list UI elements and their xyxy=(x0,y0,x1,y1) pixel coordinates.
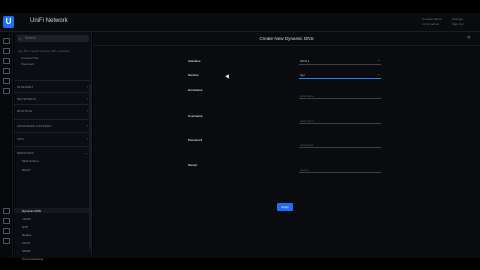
apply-button[interactable]: Apply xyxy=(277,203,293,211)
section-label: ADVANCED GATEWAY xyxy=(17,124,52,128)
service-label: Service xyxy=(188,73,199,77)
section-label: SERVICES xyxy=(17,151,34,155)
password-field[interactable]: Password xyxy=(299,142,381,148)
chevron-right-icon: › xyxy=(86,96,88,101)
search-icon: ⌕ xyxy=(19,36,22,41)
section-advanced-gateway[interactable]: ADVANCED GATEWAY › xyxy=(14,119,91,131)
username-placeholder: Username xyxy=(300,119,314,123)
support-icon[interactable] xyxy=(3,228,10,234)
chevron-down-icon: ⌄ xyxy=(377,72,380,76)
sidebar-link[interactable]: Unsaved Site xyxy=(21,56,39,60)
hostname-field[interactable]: Hostname xyxy=(299,93,381,99)
section-label: VPN xyxy=(17,137,24,141)
section-label: INTERNET xyxy=(17,85,34,89)
unifi-logo-icon[interactable]: U xyxy=(3,16,14,28)
divider xyxy=(93,45,480,46)
server-placeholder: Server xyxy=(300,168,309,172)
section-internet[interactable]: INTERNET › xyxy=(14,80,91,92)
screen: U UniFi Network Console Name v1.0.0 admi… xyxy=(0,0,480,270)
interface-value: WAN 1 xyxy=(300,59,310,63)
sidebar-item-snmp[interactable]: SNMP xyxy=(22,249,31,253)
interface-select[interactable]: WAN 1 ⌄ xyxy=(299,58,381,65)
top-bar: U UniFi Network Console Name v1.0.0 admi… xyxy=(0,13,480,32)
sidebar-item-port-forwarding[interactable]: Port Forwarding xyxy=(22,257,43,261)
sidebar-item-dhcp[interactable]: DHCP xyxy=(22,168,31,172)
chevron-down-icon: ⌄ xyxy=(84,150,88,155)
search-input[interactable]: ⌕ Search xyxy=(17,35,89,42)
sidebar-item-mdns[interactable]: mDNS xyxy=(22,217,31,221)
notifications-icon[interactable] xyxy=(3,218,10,224)
section-label: NETWORKS xyxy=(17,97,36,101)
service-value: dyn xyxy=(300,73,305,77)
password-label: Password xyxy=(188,138,203,142)
sidebar-item-radius[interactable]: Radius xyxy=(22,233,31,237)
sidebar-item-dynamic-dns[interactable]: Dynamic DNS xyxy=(22,209,41,213)
section-services[interactable]: SERVICES ⌄ xyxy=(14,146,91,158)
settings-sidebar: ⌕ Search Use ⌘ to search settings, WiFi,… xyxy=(14,32,92,261)
hostname-placeholder: Hostname xyxy=(300,94,314,98)
service-select[interactable]: dyn ⌄ xyxy=(299,72,381,79)
section-vpn[interactable]: VPN › xyxy=(14,132,91,144)
interface-label: Interface xyxy=(188,59,201,63)
chevron-right-icon: › xyxy=(86,84,88,89)
close-icon[interactable]: ✕ xyxy=(467,35,471,41)
app-nav-rail xyxy=(0,32,13,258)
dashboard-icon[interactable] xyxy=(3,38,10,44)
devices-icon[interactable] xyxy=(3,58,10,64)
chevron-right-icon: › xyxy=(86,136,88,141)
sidebar-item-ntp[interactable]: NTP xyxy=(22,225,28,229)
hostname-label: Hostname xyxy=(188,88,203,92)
sidebar-item-multi-subnet[interactable]: Multi Subnet xyxy=(22,159,39,163)
username-field[interactable]: Username xyxy=(299,118,381,124)
clients-icon[interactable] xyxy=(3,68,10,74)
statistics-icon[interactable] xyxy=(3,78,10,84)
brand-title: UniFi Network xyxy=(30,18,68,24)
server-label: Server xyxy=(188,163,198,167)
sidebar-scrollbar[interactable] xyxy=(89,84,91,249)
account-menu-line: Sign Out xyxy=(452,22,464,26)
chevron-right-icon: › xyxy=(86,123,88,128)
password-placeholder: Password xyxy=(300,143,314,147)
server-field[interactable]: Server xyxy=(299,167,381,173)
section-networks[interactable]: NETWORKS › xyxy=(14,92,91,104)
panel-title: Create New Dynamic DNS xyxy=(259,36,314,41)
username-label: Username xyxy=(188,114,203,118)
insights-icon[interactable] xyxy=(3,88,10,94)
search-placeholder: Search xyxy=(25,36,37,40)
chevron-down-icon: ⌄ xyxy=(377,58,380,62)
topology-icon[interactable] xyxy=(3,48,10,54)
sidebar-item-upnp[interactable]: UPnP xyxy=(22,241,30,245)
alerts-icon[interactable] xyxy=(3,208,10,214)
settings-icon[interactable] xyxy=(3,238,10,244)
account-info[interactable]: Console Name v1.0.0 admin xyxy=(422,17,442,27)
account-line: v1.0.0 admin xyxy=(422,22,440,26)
account-menu[interactable]: Settings Sign Out xyxy=(452,17,464,27)
section-routing[interactable]: ROUTING › xyxy=(14,104,91,116)
section-label: ROUTING xyxy=(17,109,33,113)
search-hint: Use ⌘ to search settings, WiFi, networks… xyxy=(18,49,70,53)
chevron-right-icon: › xyxy=(86,108,88,113)
dynamic-dns-panel: Create New Dynamic DNS ✕ Interface WAN 1… xyxy=(93,32,480,258)
sidebar-link[interactable]: Password xyxy=(21,62,34,66)
